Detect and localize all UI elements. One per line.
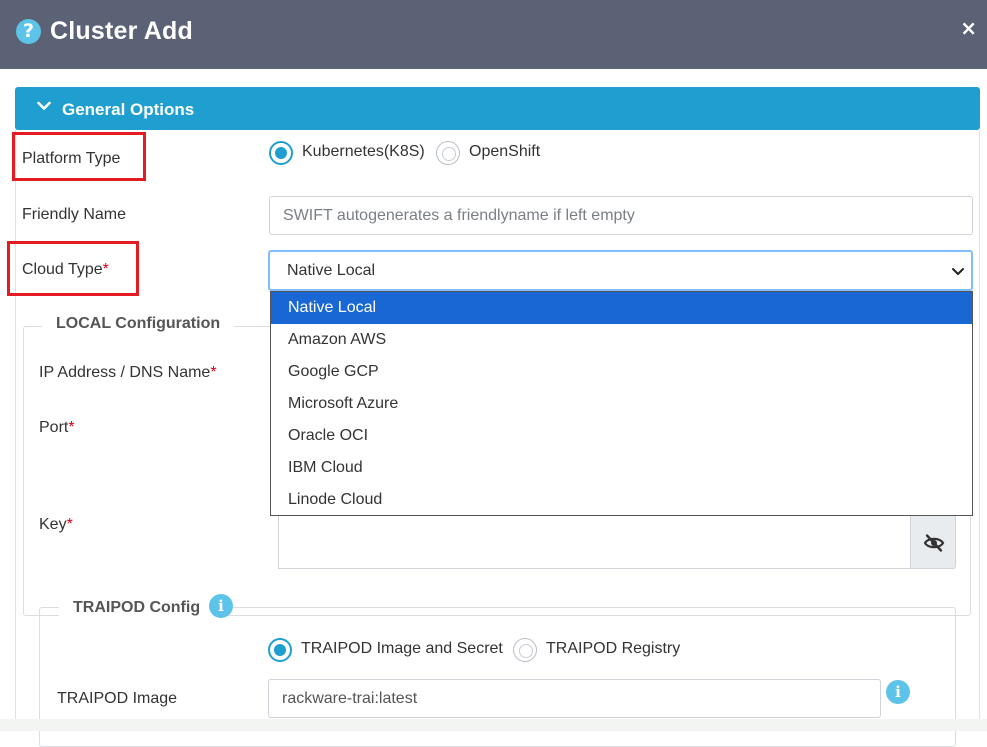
question-circle-icon[interactable]: ? bbox=[16, 19, 41, 44]
chevron-down-icon bbox=[952, 268, 964, 275]
local-configuration-legend: LOCAL Configuration bbox=[42, 315, 235, 333]
traipod-registry-label[interactable]: TRAIPOD Registry bbox=[546, 640, 680, 658]
platform-k8s-radio[interactable] bbox=[269, 141, 293, 165]
traipod-config-legend: TRAIPOD Config bbox=[59, 599, 215, 617]
friendly-name-input[interactable]: SWIFT autogenerates a friendlyname if le… bbox=[269, 196, 973, 235]
close-icon[interactable]: × bbox=[960, 16, 977, 40]
key-input[interactable] bbox=[278, 515, 910, 569]
chevron-down-icon bbox=[37, 101, 51, 110]
cloud-type-option-linode-cloud[interactable]: Linode Cloud bbox=[271, 484, 972, 516]
cloud-type-option-amazon-aws[interactable]: Amazon AWS bbox=[271, 324, 972, 356]
traipod-image-value: rackware-trai:latest bbox=[282, 689, 418, 707]
eye-slash-icon bbox=[923, 534, 945, 552]
platform-openshift-label[interactable]: OpenShift bbox=[469, 143, 540, 161]
cloud-type-option-google-gcp[interactable]: Google GCP bbox=[271, 356, 972, 388]
bottom-strip bbox=[0, 719, 987, 731]
cloud-type-option-native-local[interactable]: Native Local bbox=[271, 292, 972, 324]
general-options-header[interactable]: General Options bbox=[15, 87, 980, 130]
friendly-name-placeholder: SWIFT autogenerates a friendlyname if le… bbox=[283, 206, 635, 224]
toggle-key-visibility-button[interactable] bbox=[910, 515, 956, 569]
dialog-title: Cluster Add bbox=[50, 17, 193, 45]
general-options-title: General Options bbox=[62, 100, 195, 119]
cloud-type-label: Cloud Type* bbox=[22, 261, 109, 278]
traipod-image-label: TRAIPOD Image bbox=[57, 690, 178, 707]
dialog-titlebar: ? Cluster Add × bbox=[0, 0, 987, 69]
platform-openshift-radio[interactable] bbox=[436, 141, 460, 165]
port-label: Port* bbox=[39, 419, 75, 436]
friendly-name-label: Friendly Name bbox=[22, 206, 127, 223]
info-icon[interactable]: i bbox=[886, 680, 910, 704]
key-label: Key* bbox=[39, 516, 73, 533]
cloud-type-option-oracle-oci[interactable]: Oracle OCI bbox=[271, 420, 972, 452]
cloud-type-selected-value: Native Local bbox=[287, 261, 376, 279]
traipod-registry-radio[interactable] bbox=[513, 638, 537, 662]
cloud-type-option-ibm-cloud[interactable]: IBM Cloud bbox=[271, 452, 972, 484]
cloud-type-select[interactable]: Native Local bbox=[268, 250, 973, 291]
platform-type-label: Platform Type bbox=[22, 150, 121, 167]
traipod-image-input[interactable]: rackware-trai:latest bbox=[268, 679, 881, 718]
info-icon[interactable]: i bbox=[209, 594, 233, 618]
cloud-type-option-microsoft-azure[interactable]: Microsoft Azure bbox=[271, 388, 972, 420]
cloud-type-dropdown-list: Native Local Amazon AWS Google GCP Micro… bbox=[270, 291, 973, 516]
platform-k8s-label[interactable]: Kubernetes(K8S) bbox=[302, 143, 425, 161]
traipod-image-secret-radio[interactable] bbox=[268, 638, 292, 662]
ip-address-label: IP Address / DNS Name* bbox=[39, 364, 217, 381]
traipod-image-secret-label[interactable]: TRAIPOD Image and Secret bbox=[301, 640, 503, 658]
